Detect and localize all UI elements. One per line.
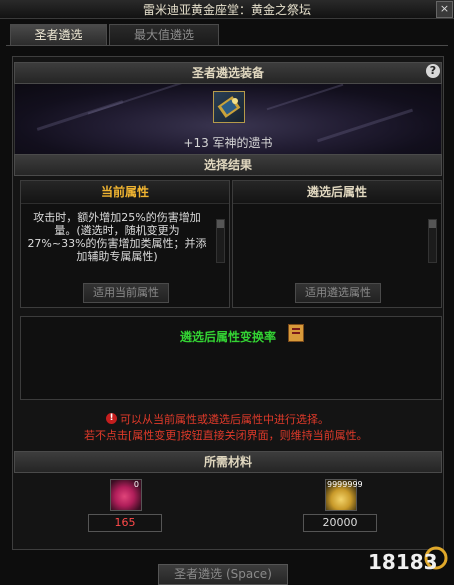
tab-divider bbox=[6, 45, 448, 46]
help-icon[interactable]: ? bbox=[426, 64, 440, 78]
close-button[interactable]: × bbox=[436, 1, 453, 18]
material-1-corner-count: 0 bbox=[133, 480, 139, 489]
apply-after-attribute-button[interactable]: 适用遴选属性 bbox=[295, 283, 381, 303]
equipment-slot[interactable] bbox=[213, 91, 245, 123]
current-attribute-text: 攻击时，额外增加25%的伤害增加量。(遴选时，随机变更为27%~33%的伤害增加… bbox=[27, 211, 207, 263]
after-attribute-title: 遴选后属性 bbox=[233, 181, 441, 204]
current-attribute-panel: 当前属性 攻击时，额外增加25%的伤害增加量。(遴选时，随机变更为27%~33%… bbox=[20, 180, 230, 308]
material-2-corner-count: 9999999 bbox=[327, 480, 363, 489]
watermark-logo: 18183 bbox=[364, 538, 450, 578]
window-title-bar: 雷米迪亚黄金座堂：黄金之祭坛 bbox=[0, 0, 454, 19]
pink-gem-icon[interactable]: 0 bbox=[110, 479, 142, 511]
book-icon bbox=[217, 96, 241, 118]
tab-max-value-selection[interactable]: 最大值遴选 bbox=[109, 24, 219, 45]
material-1-amount: 165 bbox=[88, 514, 162, 532]
saint-selection-button[interactable]: 圣者遴选 (Space) bbox=[158, 564, 288, 585]
material-2-amount: 20000 bbox=[303, 514, 377, 532]
window-title: 雷米迪亚黄金座堂：黄金之祭坛 bbox=[142, 3, 311, 17]
tab-saint-selection[interactable]: 圣者遴选 bbox=[10, 24, 107, 45]
warning-icon: ! bbox=[106, 413, 117, 424]
materials-section-header: 所需材料 bbox=[14, 451, 442, 473]
warning-line-1: 可以从当前属性或遴选后属性中进行选择。 bbox=[120, 413, 329, 426]
current-attribute-scrollbar[interactable] bbox=[216, 219, 225, 263]
scroll-icon[interactable] bbox=[288, 324, 304, 342]
warning-line-2: 若不点击[属性变更]按钮直接关闭界面，则维持当前属性。 bbox=[84, 429, 368, 442]
gold-coin-pile-icon[interactable]: 9999999 bbox=[325, 479, 363, 511]
watermark-text: 18183 bbox=[368, 550, 438, 574]
conversion-rate-label: 遴选后属性变换率 bbox=[180, 330, 277, 344]
item-name: +13 军神的遗书 bbox=[183, 136, 273, 150]
result-section-header: 选择结果 bbox=[14, 154, 442, 176]
after-attribute-panel: 遴选后属性 适用遴选属性 bbox=[232, 180, 442, 308]
equip-section-header: 圣者遴选装备 bbox=[14, 62, 442, 84]
apply-current-attribute-button[interactable]: 适用当前属性 bbox=[83, 283, 169, 303]
after-attribute-scrollbar[interactable] bbox=[428, 219, 437, 263]
current-attribute-title: 当前属性 bbox=[21, 181, 229, 204]
